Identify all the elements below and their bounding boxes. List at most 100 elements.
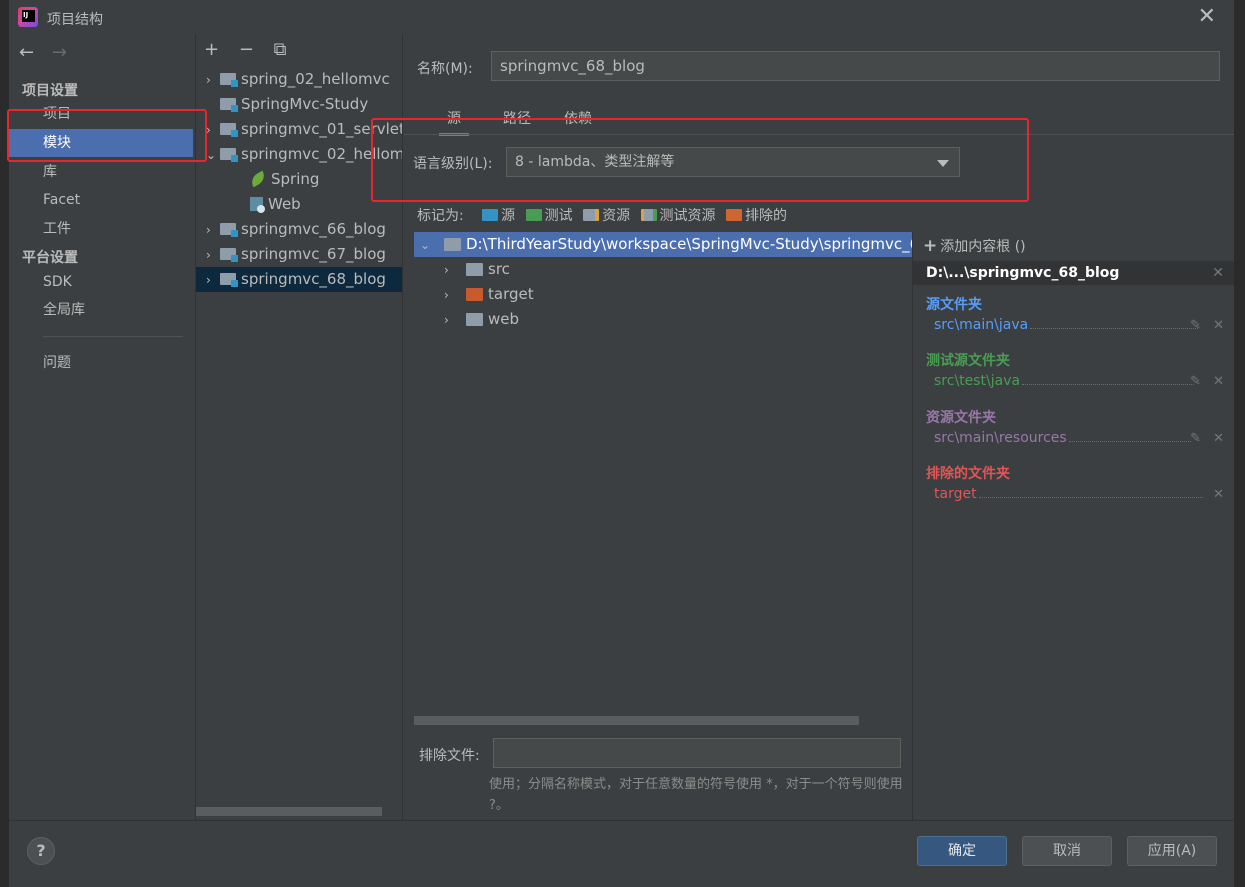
tests-folder-path[interactable]: src\test\java — [934, 373, 1214, 389]
plus-icon: + — [923, 236, 938, 256]
mark-excluded-button[interactable]: 排除的 — [725, 205, 787, 225]
tests-group-title: 测试源文件夹 — [926, 353, 1010, 369]
module-name-input[interactable]: springmvc_68_blog — [491, 51, 1220, 81]
facet-row-web[interactable]: Web — [196, 192, 402, 217]
tree-label: web — [488, 310, 520, 328]
nav-history: ← → — [19, 42, 79, 63]
folder-icon — [466, 313, 483, 326]
tab-sources[interactable]: 源 — [439, 108, 469, 136]
remove-icon[interactable]: ✕ — [1213, 374, 1224, 389]
window-title: 项目结构 — [47, 12, 103, 28]
add-content-root-button[interactable]: + 添加内容根 () — [923, 236, 1026, 256]
copy-icon[interactable]: ⧉ — [274, 39, 287, 60]
nav-divider — [43, 336, 183, 337]
facet-label: Spring — [271, 170, 320, 188]
tree-row[interactable]: › target — [414, 282, 913, 307]
content-root-path: D:\...\springmvc_68_blog — [926, 265, 1120, 281]
module-label: springmvc_01_servlet — [241, 120, 403, 138]
module-row[interactable]: › springmvc_66_blog — [196, 217, 402, 243]
ok-button[interactable]: 确定 — [917, 836, 1007, 866]
module-folder-icon — [220, 73, 238, 87]
mark-sources-button[interactable]: 源 — [482, 205, 515, 225]
chevron-right-icon[interactable]: › — [206, 268, 220, 293]
edit-pencil-icon[interactable]: ✎ — [1190, 431, 1201, 446]
mark-resources-label: 资源 — [602, 208, 631, 224]
chevron-down-icon[interactable]: ⌄ — [206, 143, 220, 168]
nav-item-libraries[interactable]: 库 — [9, 158, 193, 186]
module-row-selected[interactable]: › springmvc_68_blog — [196, 267, 402, 293]
chevron-right-icon[interactable]: › — [444, 258, 466, 283]
module-folder-icon — [220, 148, 238, 162]
facet-row-spring[interactable]: Spring — [196, 167, 402, 192]
project-settings-heading: 项目设置 — [22, 83, 78, 99]
module-row[interactable]: › spring_02_hellomvc — [196, 67, 402, 93]
edit-pencil-icon[interactable]: ✎ — [1190, 374, 1201, 389]
chevron-right-icon[interactable]: › — [444, 283, 466, 308]
tree-row[interactable]: › src — [414, 257, 913, 282]
language-level-dropdown[interactable]: 8 - lambda、类型注解等 — [506, 147, 960, 177]
module-row[interactable]: › springmvc_01_servlet — [196, 117, 403, 143]
resources-folder-path[interactable]: src\main\resources — [934, 430, 1214, 446]
mark-tests-button[interactable]: 测试 — [525, 205, 573, 225]
module-row[interactable]: › springmvc_67_blog — [196, 242, 402, 268]
tab-dependencies[interactable]: 依赖 — [564, 108, 592, 136]
excluded-group-title: 排除的文件夹 — [926, 466, 1010, 482]
mark-test-resources-button[interactable]: 测试资源 — [640, 205, 716, 225]
module-row[interactable]: ⌄ springmvc_02_hellomvc — [196, 142, 403, 168]
module-folder-icon — [220, 98, 238, 112]
add-icon[interactable]: + — [204, 39, 219, 60]
forward-arrow-icon[interactable]: → — [52, 42, 67, 63]
chevron-right-icon[interactable]: › — [206, 218, 220, 243]
chevron-right-icon[interactable]: › — [206, 243, 220, 268]
language-level-value: 8 - lambda、类型注解等 — [515, 154, 675, 170]
nav-item-problems[interactable]: 问题 — [9, 349, 193, 377]
spring-leaf-icon — [248, 170, 268, 188]
remove-icon[interactable]: − — [239, 39, 254, 60]
nav-item-global-libraries[interactable]: 全局库 — [9, 296, 193, 324]
nav-item-facets[interactable]: Facet — [9, 186, 193, 214]
horizontal-scrollbar[interactable] — [196, 807, 382, 816]
nav-item-project[interactable]: 项目 — [9, 100, 193, 128]
apply-button[interactable]: 应用(A) — [1127, 836, 1217, 866]
mark-resources-button[interactable]: 资源 — [583, 205, 630, 225]
nav-item-modules[interactable]: 模块 — [9, 129, 193, 157]
module-row[interactable]: SpringMvc-Study — [196, 92, 402, 117]
edit-pencil-icon[interactable]: ✎ — [1190, 318, 1201, 333]
title-bar: 项目结构 ✕ — [9, 0, 1234, 34]
chevron-right-icon[interactable]: › — [444, 308, 466, 333]
nav-item-artifacts[interactable]: 工件 — [9, 215, 193, 243]
background-editor-right — [1234, 0, 1245, 887]
add-content-root-label: 添加内容根 () — [940, 239, 1026, 255]
remove-root-icon[interactable]: ✕ — [1212, 261, 1224, 285]
chevron-down-icon[interactable]: ⌄ — [420, 233, 444, 258]
close-icon[interactable]: ✕ — [1198, 6, 1216, 28]
remove-icon[interactable]: ✕ — [1213, 318, 1224, 333]
sources-folder-path[interactable]: src\main\java — [934, 317, 1214, 333]
sources-folder-icon — [482, 209, 499, 221]
help-icon[interactable]: ? — [27, 837, 55, 865]
chevron-right-icon[interactable]: › — [206, 68, 220, 93]
platform-settings-heading: 平台设置 — [22, 250, 78, 266]
nav-item-sdk[interactable]: SDK — [9, 268, 193, 296]
project-structure-dialog: 项目结构 ✕ ← → 项目设置 项目 模块 库 Facet 工件 平台设置 SD… — [7, 0, 1234, 887]
exclude-files-input[interactable] — [493, 738, 901, 768]
content-root-header: D:\...\springmvc_68_blog ✕ — [913, 261, 1234, 285]
excluded-folder-path[interactable]: target — [934, 486, 1214, 502]
chevron-right-icon[interactable]: › — [206, 118, 220, 143]
facet-label: Web — [268, 195, 301, 213]
tree-row[interactable]: › web — [414, 307, 913, 332]
module-label: spring_02_hellomvc — [241, 70, 390, 88]
horizontal-scrollbar[interactable] — [414, 716, 859, 725]
sources-path-text: src\main\java — [934, 317, 1029, 333]
module-label: springmvc_02_hellomvc — [241, 145, 403, 163]
cancel-button[interactable]: 取消 — [1022, 836, 1112, 866]
excluded-folder-icon — [466, 288, 483, 301]
tree-row-root[interactable]: ⌄ D:\ThirdYearStudy\workspace\SpringMvc-S… — [414, 232, 913, 257]
tab-paths[interactable]: 路径 — [503, 108, 531, 136]
path-dots — [1022, 384, 1195, 385]
remove-icon[interactable]: ✕ — [1213, 431, 1224, 446]
module-folder-icon — [220, 123, 238, 137]
back-arrow-icon[interactable]: ← — [19, 42, 34, 63]
excluded-path-text: target — [934, 486, 977, 502]
remove-icon[interactable]: ✕ — [1213, 487, 1224, 502]
